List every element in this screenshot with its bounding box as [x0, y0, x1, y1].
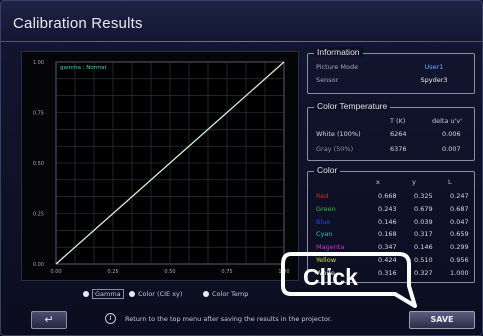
info-value: Spyder3 [420, 76, 448, 84]
color-cell-l: 0.047 [450, 217, 469, 226]
x-tick-label: 0.75 [221, 269, 232, 275]
color-row-blue: Blue 0.146 0.039 0.047 [316, 218, 472, 229]
color-cell-l: 1.000 [450, 268, 469, 277]
color-cell-label: Blue [316, 217, 331, 226]
radio-label: Color Temp [212, 290, 249, 298]
x-tick-label: 0.50 [164, 269, 175, 275]
radio-label: Gamma [92, 289, 124, 299]
info-label: Picture Mode [316, 63, 359, 71]
color-header-x: x [376, 178, 380, 186]
gamma-chart-svg: 0.000.250.500.751.000.00 0.25 0.50 0.75 1.00… [33, 60, 290, 275]
radio-color-cie-xy[interactable]: Color (CIE xy) [129, 290, 182, 298]
color-row-red: Red 0.668 0.325 0.247 [316, 192, 472, 203]
information-panel: Information Picture Mode User1 Sensor Sp… [307, 47, 475, 94]
color-cell-y: 0.317 [414, 230, 433, 239]
ctemp-label: Gray (50%) [316, 145, 354, 153]
color-header-l: L [448, 178, 452, 186]
color-cell-x: 0.668 [378, 192, 397, 200]
ctemp-delta: 0.007 [442, 145, 461, 153]
color-cell-x: 0.168 [378, 230, 397, 239]
y-tick-label: 0.50 [33, 161, 44, 167]
ctemp-header-t: T (K) [390, 117, 406, 125]
color-header-y: y [412, 178, 416, 186]
radio-dot-icon [129, 291, 135, 297]
ctemp-delta: 0.006 [442, 130, 461, 138]
information-panel-title: Information [314, 47, 363, 57]
info-row-sensor: Sensor Spyder3 [316, 76, 472, 87]
calibration-results-window: Calibration Results 0.00 0.25 0.50 0.75 1.00… [0, 0, 483, 336]
radio-label: Color (CIE xy) [138, 290, 183, 298]
color-cell-x: 0.146 [378, 217, 397, 226]
color-row-green: Green 0.243 0.679 0.687 [316, 205, 472, 216]
color-temperature-panel: Color Temperature T (K) delta u'v' White… [307, 101, 475, 161]
y-tick-label: 0.25 [33, 212, 44, 218]
y-tick-label: 1.00 [33, 60, 44, 66]
color-cell-l: 0.247 [450, 192, 469, 200]
color-temperature-panel-title: Color Temperature [314, 101, 391, 111]
color-cell-y: 0.039 [414, 217, 433, 226]
page-title: Calibration Results [13, 15, 143, 32]
radio-gamma[interactable]: Gamma [83, 289, 124, 299]
color-cell-label: Green [316, 204, 336, 213]
ctemp-t: 6376 [390, 145, 407, 153]
radio-color-temp[interactable]: Color Temp [203, 290, 248, 298]
info-icon: i [105, 313, 116, 324]
color-cell-l: 0.956 [450, 256, 469, 264]
info-row-picture-mode: Picture Mode User1 [316, 63, 472, 74]
y-tick-label: 0.00 [33, 262, 44, 268]
color-cell-label: Cyan [316, 230, 333, 239]
color-panel-title: Color [314, 165, 341, 175]
return-arrow-icon: ↵ [44, 313, 54, 326]
back-button[interactable]: ↵ [31, 311, 67, 329]
radio-dot-icon [83, 291, 89, 297]
info-value: User1 [424, 63, 444, 71]
click-callout: Click [281, 248, 417, 316]
color-cell-l: 0.687 [450, 204, 469, 213]
save-button[interactable]: SAVE [409, 311, 475, 329]
color-cell-label: Red [316, 192, 329, 200]
color-cell-x: 0.243 [378, 204, 397, 213]
radio-dot-icon [203, 291, 209, 297]
y-tick-label: 0.75 [33, 111, 44, 117]
gamma-chart: 0.00 0.25 0.50 0.75 1.00 0.00 0.25 0.50 0.75 1.00… [21, 51, 299, 281]
info-label: Sensor [316, 76, 339, 84]
ctemp-label: White (100%) [316, 130, 361, 138]
callout-text: Click [303, 264, 358, 290]
color-cell-y: 0.325 [414, 192, 433, 200]
title-divider [1, 41, 482, 42]
color-row-cyan: Cyan 0.168 0.317 0.659 [316, 230, 472, 241]
color-cell-l: 0.659 [450, 230, 469, 239]
ctemp-header-delta: delta u'v' [432, 117, 463, 125]
footer-hint: Return to the top menu after saving the … [125, 315, 333, 323]
ctemp-t: 6264 [390, 130, 407, 138]
x-tick-label: 0.25 [107, 269, 118, 275]
x-tick-label: 0.00 [50, 269, 61, 275]
color-cell-l: 0.299 [450, 243, 469, 252]
chart-legend: gamma : Normal [60, 65, 107, 71]
color-cell-y: 0.679 [414, 204, 433, 213]
